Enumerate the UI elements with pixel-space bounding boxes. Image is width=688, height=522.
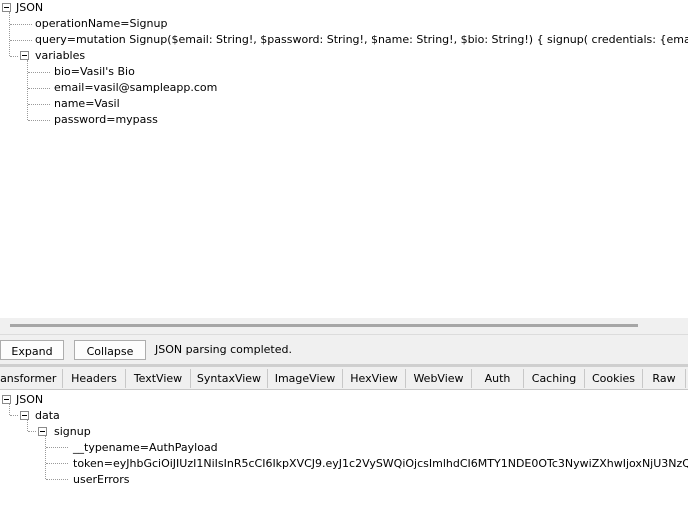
tab-syntaxview[interactable]: SyntaxView xyxy=(191,369,268,388)
tree-guide xyxy=(10,56,18,57)
tree-node-name[interactable]: name=Vasil xyxy=(54,96,120,112)
tree-guide xyxy=(28,431,36,432)
collapse-button[interactable]: Collapse xyxy=(74,340,146,360)
tree-root-label[interactable]: JSON xyxy=(16,0,43,16)
collapse-toggle-icon[interactable] xyxy=(38,427,47,436)
tree-guide xyxy=(9,403,10,415)
tree-node-user-errors[interactable]: userErrors xyxy=(73,472,130,488)
expand-all-button[interactable]: Expand All xyxy=(0,340,64,378)
collapse-toggle-icon[interactable] xyxy=(20,51,29,60)
tab-caching[interactable]: Caching xyxy=(524,369,585,388)
tree-guide xyxy=(46,479,68,480)
request-json-tree: JSON operationName=Signup query=mutation… xyxy=(0,0,688,318)
tab-transformer[interactable]: ransformer xyxy=(0,369,63,388)
collapse-toggle-icon[interactable] xyxy=(2,395,11,404)
tree-guide xyxy=(10,40,32,41)
horizontal-scrollbar[interactable] xyxy=(0,318,688,334)
tree-node-typename[interactable]: __typename=AuthPayload xyxy=(73,440,218,456)
tree-node-signup[interactable]: signup xyxy=(54,424,91,440)
tree-guide xyxy=(28,104,50,105)
tree-node-token[interactable]: token=eyJhbGciOiJIUzI1NiIsInR5cCI6IkpXVC… xyxy=(73,456,688,472)
tab-hexview[interactable]: HexView xyxy=(343,369,406,388)
tree-node-query[interactable]: query=mutation Signup($email: String!, $… xyxy=(35,32,688,48)
tree-root-label[interactable]: JSON xyxy=(16,392,43,408)
tree-guide xyxy=(10,415,18,416)
tree-node-data[interactable]: data xyxy=(35,408,60,424)
tab-cookies[interactable]: Cookies xyxy=(585,369,643,388)
tab-webview[interactable]: WebView xyxy=(406,369,472,388)
tab-textview[interactable]: TextView xyxy=(126,369,191,388)
tree-guide xyxy=(10,24,32,25)
tree-guide xyxy=(46,447,68,448)
tree-node-bio[interactable]: bio=Vasil's Bio xyxy=(54,64,135,80)
tree-guide xyxy=(27,60,28,120)
tree-node-variables[interactable]: variables xyxy=(35,48,85,64)
status-text: JSON parsing completed. xyxy=(155,343,292,356)
tab-auth[interactable]: Auth xyxy=(472,369,524,388)
tree-guide xyxy=(46,463,68,464)
tree-node-operation-name[interactable]: operationName=Signup xyxy=(35,16,167,32)
tab-headers[interactable]: Headers xyxy=(63,369,126,388)
tree-guide xyxy=(27,419,28,431)
tree-guide xyxy=(28,120,50,121)
inspector-tab-bar: ransformer Headers TextView SyntaxView I… xyxy=(0,367,688,390)
tab-raw[interactable]: Raw xyxy=(643,369,686,388)
tree-node-password[interactable]: password=mypass xyxy=(54,112,158,128)
tree-guide xyxy=(28,72,50,73)
collapse-toggle-icon[interactable] xyxy=(20,411,29,420)
tree-node-email[interactable]: email=vasil@sampleapp.com xyxy=(54,80,217,96)
scrollbar-thumb[interactable] xyxy=(10,324,638,327)
tree-guide xyxy=(28,88,50,89)
tree-guide xyxy=(9,12,10,56)
tree-toolbar: Expand All Collapse JSON parsing complet… xyxy=(0,334,688,378)
tree-guide xyxy=(45,435,46,479)
collapse-toggle-icon[interactable] xyxy=(2,3,11,12)
response-json-tree: JSON data signup __typename=AuthPayload … xyxy=(0,391,688,522)
tab-imageview[interactable]: ImageView xyxy=(268,369,343,388)
